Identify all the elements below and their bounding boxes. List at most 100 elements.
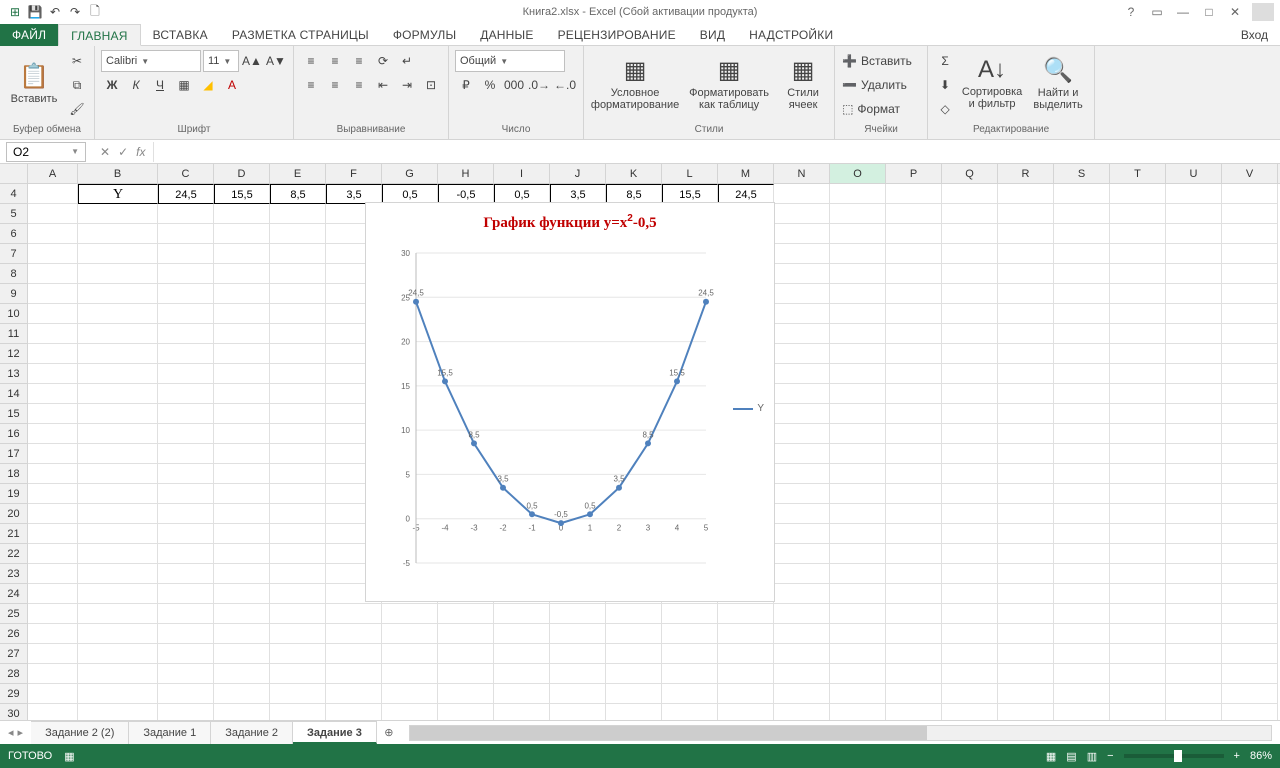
shrink-font-button[interactable]: A▼: [265, 50, 287, 72]
cell-E16[interactable]: [270, 424, 326, 444]
zoom-in-button[interactable]: +: [1234, 750, 1240, 762]
row-header-18[interactable]: 18: [0, 464, 28, 484]
italic-button[interactable]: К: [125, 74, 147, 96]
cell-R11[interactable]: [998, 324, 1054, 344]
cell-B21[interactable]: [78, 524, 158, 544]
cell-L28[interactable]: [662, 664, 718, 684]
cell-U6[interactable]: [1166, 224, 1222, 244]
cell-B27[interactable]: [78, 644, 158, 664]
cell-C20[interactable]: [158, 504, 214, 524]
col-header-S[interactable]: S: [1054, 164, 1110, 183]
maximize-icon[interactable]: □: [1200, 5, 1218, 19]
view-break-icon[interactable]: ▥: [1087, 750, 1097, 763]
cell-V14[interactable]: [1222, 384, 1278, 404]
cell-I29[interactable]: [494, 684, 550, 704]
cell-T20[interactable]: [1110, 504, 1166, 524]
col-header-J[interactable]: J: [550, 164, 606, 183]
cell-U25[interactable]: [1166, 604, 1222, 624]
cell-V27[interactable]: [1222, 644, 1278, 664]
cell-S8[interactable]: [1054, 264, 1110, 284]
cell-B8[interactable]: [78, 264, 158, 284]
cell-F30[interactable]: [326, 704, 382, 720]
cell-S22[interactable]: [1054, 544, 1110, 564]
cell-R21[interactable]: [998, 524, 1054, 544]
cell-E29[interactable]: [270, 684, 326, 704]
cell-D8[interactable]: [214, 264, 270, 284]
align-left-button[interactable]: ≡: [300, 74, 322, 96]
cell-S29[interactable]: [1054, 684, 1110, 704]
cell-P8[interactable]: [886, 264, 942, 284]
close-icon[interactable]: ✕: [1226, 5, 1244, 19]
cell-V29[interactable]: [1222, 684, 1278, 704]
col-header-F[interactable]: F: [326, 164, 382, 183]
cell-V18[interactable]: [1222, 464, 1278, 484]
cell-R22[interactable]: [998, 544, 1054, 564]
cell-R14[interactable]: [998, 384, 1054, 404]
tab-layout[interactable]: РАЗМЕТКА СТРАНИЦЫ: [220, 24, 381, 46]
cell-O5[interactable]: [830, 204, 886, 224]
cell-U4[interactable]: [1166, 184, 1222, 204]
col-header-O[interactable]: O: [830, 164, 886, 183]
cell-F29[interactable]: [326, 684, 382, 704]
user-icon[interactable]: [1252, 3, 1274, 21]
cell-A10[interactable]: [28, 304, 78, 324]
align-right-button[interactable]: ≡: [348, 74, 370, 96]
cell-O28[interactable]: [830, 664, 886, 684]
cell-H27[interactable]: [438, 644, 494, 664]
cell-B14[interactable]: [78, 384, 158, 404]
cell-O4[interactable]: [830, 184, 886, 204]
cell-E30[interactable]: [270, 704, 326, 720]
cell-G28[interactable]: [382, 664, 438, 684]
cell-J28[interactable]: [550, 664, 606, 684]
cell-S20[interactable]: [1054, 504, 1110, 524]
border-button[interactable]: ▦: [173, 74, 195, 96]
cell-N8[interactable]: [774, 264, 830, 284]
cell-E13[interactable]: [270, 364, 326, 384]
cell-D4[interactable]: 15,5: [214, 184, 270, 204]
cell-N10[interactable]: [774, 304, 830, 324]
cell-E25[interactable]: [270, 604, 326, 624]
cell-N9[interactable]: [774, 284, 830, 304]
cell-S12[interactable]: [1054, 344, 1110, 364]
cell-C18[interactable]: [158, 464, 214, 484]
cell-A8[interactable]: [28, 264, 78, 284]
cell-D20[interactable]: [214, 504, 270, 524]
cell-D29[interactable]: [214, 684, 270, 704]
cell-C15[interactable]: [158, 404, 214, 424]
align-top-button[interactable]: ≡: [300, 50, 322, 72]
cell-B20[interactable]: [78, 504, 158, 524]
cell-Q21[interactable]: [942, 524, 998, 544]
cell-B11[interactable]: [78, 324, 158, 344]
cell-D19[interactable]: [214, 484, 270, 504]
cell-R6[interactable]: [998, 224, 1054, 244]
cell-C7[interactable]: [158, 244, 214, 264]
cell-S14[interactable]: [1054, 384, 1110, 404]
cell-E5[interactable]: [270, 204, 326, 224]
cell-U8[interactable]: [1166, 264, 1222, 284]
cell-C29[interactable]: [158, 684, 214, 704]
row-header-16[interactable]: 16: [0, 424, 28, 444]
cell-Q10[interactable]: [942, 304, 998, 324]
cell-N12[interactable]: [774, 344, 830, 364]
cell-P18[interactable]: [886, 464, 942, 484]
cell-O26[interactable]: [830, 624, 886, 644]
row-header-23[interactable]: 23: [0, 564, 28, 584]
cell-P5[interactable]: [886, 204, 942, 224]
cell-A18[interactable]: [28, 464, 78, 484]
tab-insert[interactable]: ВСТАВКА: [141, 24, 220, 46]
cell-S28[interactable]: [1054, 664, 1110, 684]
row-header-6[interactable]: 6: [0, 224, 28, 244]
sheet-tab-3[interactable]: Задание 3: [293, 721, 377, 744]
cell-A23[interactable]: [28, 564, 78, 584]
new-icon[interactable]: 🗋: [86, 3, 104, 21]
number-format-select[interactable]: Общий▼: [455, 50, 565, 72]
cell-F4[interactable]: 3,5: [326, 184, 382, 204]
cell-Q22[interactable]: [942, 544, 998, 564]
cell-A17[interactable]: [28, 444, 78, 464]
cell-O15[interactable]: [830, 404, 886, 424]
cell-T6[interactable]: [1110, 224, 1166, 244]
cell-P4[interactable]: [886, 184, 942, 204]
insert-cell-button[interactable]: ➕ Вставить: [841, 50, 921, 72]
cell-Q27[interactable]: [942, 644, 998, 664]
row-header-4[interactable]: 4: [0, 184, 28, 204]
